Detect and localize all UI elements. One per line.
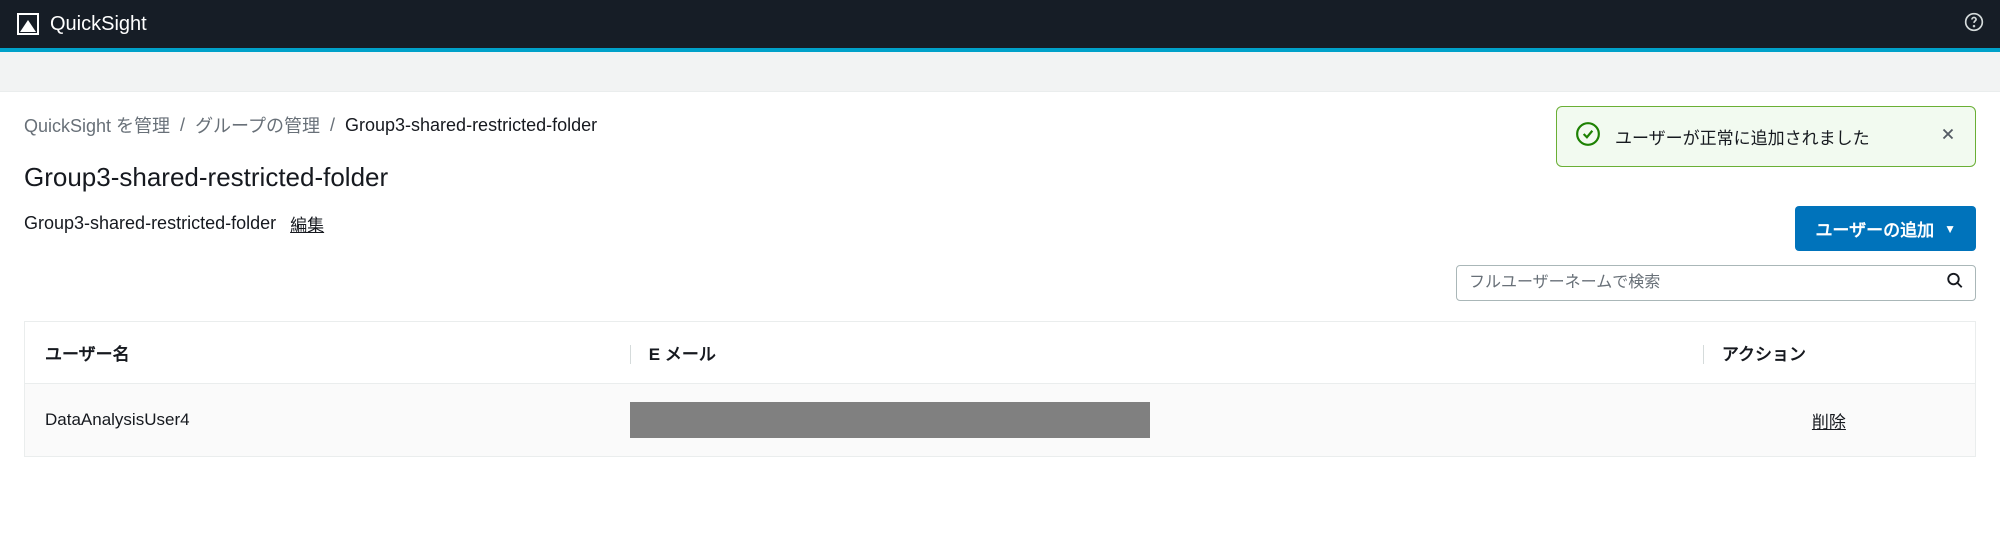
column-header-email: E メール: [610, 322, 1683, 384]
cell-email: [610, 384, 1683, 457]
sub-header: [0, 52, 2000, 92]
search-input[interactable]: [1456, 265, 1976, 301]
delete-link[interactable]: 削除: [1812, 413, 1846, 432]
add-user-label: ユーザーの追加: [1815, 216, 1934, 241]
breadcrumb-separator: /: [330, 115, 335, 136]
breadcrumb-link-groups[interactable]: グループの管理: [195, 112, 320, 138]
success-notification: ユーザーが正常に追加されました: [1556, 106, 1976, 167]
top-header: QuickSight: [0, 0, 2000, 48]
brand-text: QuickSight: [50, 13, 147, 36]
table-header-row: ユーザー名 E メール アクション: [25, 322, 1976, 384]
column-header-action: アクション: [1683, 322, 1976, 384]
search-row: [24, 265, 1976, 301]
search-icon[interactable]: [1946, 272, 1964, 295]
breadcrumb-current: Group3-shared-restricted-folder: [345, 115, 597, 136]
group-description: Group3-shared-restricted-folder: [24, 213, 276, 234]
content: ユーザーが正常に追加されました QuickSight を管理 / グループの管理…: [0, 92, 2000, 477]
cell-action: 削除: [1683, 384, 1976, 457]
cell-username: DataAnalysisUser4: [25, 384, 610, 457]
users-table: ユーザー名 E メール アクション DataAnalysisUser4 削除: [24, 321, 1976, 457]
notification-message: ユーザーが正常に追加されました: [1615, 124, 1925, 149]
close-icon[interactable]: [1939, 125, 1957, 148]
check-circle-icon: [1575, 121, 1601, 152]
table-row: DataAnalysisUser4 削除: [25, 384, 1976, 457]
caret-down-icon: ▼: [1944, 222, 1956, 236]
edit-link[interactable]: 編集: [290, 211, 324, 236]
add-user-button[interactable]: ユーザーの追加 ▼: [1795, 206, 1976, 251]
redacted-email: [630, 402, 1150, 438]
breadcrumb-separator: /: [180, 115, 185, 136]
breadcrumb-link-manage[interactable]: QuickSight を管理: [24, 112, 170, 138]
search-box: [1456, 265, 1976, 301]
brand[interactable]: QuickSight: [16, 12, 147, 36]
column-header-username: ユーザー名: [25, 322, 610, 384]
quicksight-logo-icon: [16, 12, 40, 36]
help-icon[interactable]: [1964, 12, 1984, 37]
